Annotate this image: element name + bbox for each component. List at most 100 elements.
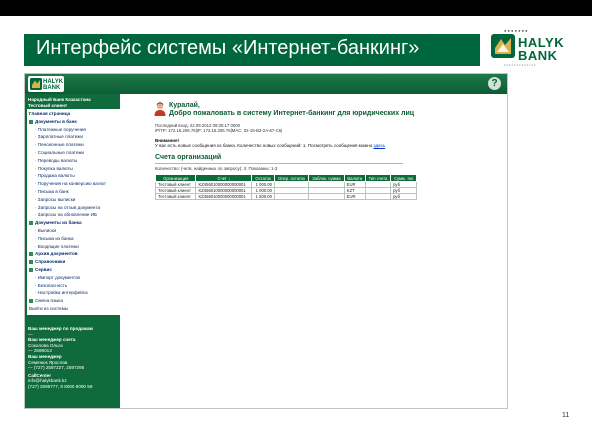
section-divider (155, 163, 403, 164)
column-header[interactable]: Сумм. тек (390, 174, 417, 182)
column-header[interactable]: Тип счета (364, 174, 392, 182)
table-cell: Тестовый клиент (154, 193, 197, 200)
menu-item[interactable]: Справочники (29, 259, 65, 264)
halyk-emblem-small-icon (30, 78, 42, 90)
accounts-filter-info: Количество: (четв, найденных по запросу)… (155, 166, 278, 171)
column-header[interactable]: Счет ↓ (195, 174, 253, 182)
slide-title: Интерфейс системы «Интернет-банкинг» (36, 37, 420, 59)
menu-item-label: Архив документов (35, 251, 78, 257)
menu-item-label: · Поручения на конверсию валют (35, 181, 106, 187)
menu-item[interactable]: · Импорт документов (35, 275, 80, 280)
menu-item-label: Смена языка (35, 298, 63, 304)
menu-item-label: · Запросы выписки (35, 196, 76, 202)
app-logo[interactable]: HALYK BANK (28, 76, 64, 92)
table-cell: KZ456010000000000001 (195, 187, 253, 194)
logo-tagline: • • • • • • • • • • • • • (504, 62, 536, 67)
sidebar-bank-info: Народный Банк Казахстана Тестовый клиент (28, 97, 118, 109)
menu-item-label: · Переводы валюты (35, 157, 78, 163)
menu-item-label: · Письма из банка (35, 235, 74, 241)
menu-item-label: · Письма в банк (35, 189, 69, 194)
table-cell: 1 000.00 (251, 187, 275, 194)
menu-item-label: · Входящие платежи (35, 243, 79, 249)
table-cell: Тестовый клиент (154, 181, 197, 188)
menu-item[interactable]: · Переводы валюты (35, 158, 77, 163)
table-cell: KZ456010000000000001 (195, 181, 253, 188)
menu-item-label: · Запросы на отзыв документа (35, 204, 101, 210)
presentation-slide: Интерфейс системы «Интернет-банкинг» ● ●… (0, 16, 592, 444)
halyk-emblem-icon (491, 34, 515, 58)
menu-item[interactable]: · Продажа валюты (35, 173, 75, 178)
callcenter-phones: (727) 2598777, 8 8000 8000 59 (28, 383, 93, 389)
menu-item-label: Документы в банк (35, 118, 77, 124)
column-header[interactable]: Заблок. сумма (308, 174, 345, 182)
menu-item-label: Справочники (35, 259, 66, 265)
menu-item-label: · Импорт документов (35, 274, 80, 280)
user-avatar-icon (154, 102, 166, 116)
menu-item[interactable]: Смена языка (29, 298, 63, 303)
menu-item-label: Документы из банка (35, 220, 82, 226)
accounts-table: Организация Счет ↓ Остаток Опер. остаток Заб… (154, 174, 417, 200)
help-icon[interactable]: ? (488, 77, 501, 90)
table-cell (308, 193, 345, 200)
menu-item[interactable]: Главная страница (29, 111, 70, 116)
menu-item[interactable]: · Выписки (35, 228, 56, 233)
messages-text: У вас есть новые сообщения из банка. Кол… (155, 143, 373, 149)
menu-item[interactable]: · Письма в банк (35, 189, 69, 194)
folder-icon (29, 259, 33, 264)
menu-item-label: · Запросы на обновление ИБ (35, 212, 98, 218)
table-cell: KZ456010000000000001 (195, 193, 253, 200)
menu-item-label: · Покупка валюты (35, 165, 73, 171)
column-header[interactable]: Валюта (343, 174, 366, 182)
menu-item[interactable]: · Письма из банка (35, 236, 74, 241)
attention-message: У вас есть новые сообщения из банка. Кол… (155, 143, 385, 148)
sidebar: Народный Банк Казахстана Тестовый клиент… (25, 94, 120, 408)
menu-item[interactable]: Документы из банка (29, 220, 82, 225)
halyk-bank-logo: ● ● ● ● ● ● ● HALYK BANK • • • • • • • •… (488, 28, 580, 72)
folder-icon (29, 267, 33, 272)
menu-item[interactable]: · Безопасность (35, 283, 67, 288)
contacts-block: Ваш менеджер по продажам — Ваш менеджер … (28, 326, 118, 390)
menu-item[interactable]: · Настройка интерфейса (35, 290, 88, 295)
menu-item[interactable]: · Зарплатные платежи (35, 134, 83, 139)
table-row[interactable]: Тестовый клиент KZ456010000000000001 1 500… (154, 193, 417, 200)
menu-item[interactable]: · Запросы на обновление ИБ (35, 212, 97, 217)
column-header[interactable]: Опер. остаток (273, 174, 310, 182)
column-header[interactable]: Организация (154, 174, 197, 182)
table-cell: 1 000.00 (251, 181, 275, 188)
menu-item-label: · Социальные платежи (35, 150, 84, 155)
menu-item[interactable]: · Запросы на отзыв документа (35, 205, 100, 210)
menu-item[interactable]: Архив документов (29, 251, 78, 256)
menu-item[interactable]: Документы в банк (29, 119, 77, 124)
accounts-section-title: Счета организаций (155, 154, 222, 161)
page-number: 11 (562, 412, 570, 419)
menu-item[interactable]: Сервис (29, 267, 52, 272)
menu-item[interactable]: · Поручения на конверсию валют (35, 181, 106, 186)
menu-item-label: · Продажа валюты (35, 173, 75, 179)
menu-item-label: · Платежные поручения (35, 126, 86, 132)
menu-item[interactable]: · Покупка валюты (35, 166, 73, 171)
menu-item[interactable]: · Платежные поручения (35, 127, 86, 132)
logo-word-bank: BANK (518, 48, 558, 63)
menu-item-label: Выйти из системы (29, 306, 69, 311)
table-cell: руб (390, 193, 417, 200)
menu-item[interactable]: · Социальные платежи (35, 150, 84, 155)
table-cell: 1 500.00 (251, 193, 275, 200)
menu-item-label: · Безопасность (35, 282, 68, 288)
menu-item[interactable]: · Запросы выписки (35, 197, 75, 202)
welcome-line: Добро пожаловать в систему Интернет-банк… (169, 110, 415, 117)
user-name: Куралай, (169, 102, 200, 109)
menu-item-label: · Пенсионные платежи (35, 142, 84, 148)
messages-link[interactable]: здесь (373, 143, 385, 148)
column-header[interactable]: Остаток (251, 174, 275, 182)
menu-item[interactable]: · Пенсионные платежи (35, 142, 84, 147)
director-phone: — (727) 2597227, 2597295 (28, 365, 85, 371)
folder-icon (29, 252, 33, 257)
menu-item[interactable]: · Входящие платежи (35, 244, 79, 249)
table-cell: EUR (343, 193, 366, 200)
menu-item-label: · Зарплатные платежи (35, 134, 83, 140)
app-header: HALYK BANK ? (25, 74, 507, 94)
menu-item[interactable]: Выйти из системы (29, 306, 68, 311)
folder-icon (29, 298, 33, 303)
internet-banking-screen: HALYK BANK ? Народный Банк Казахстана Те… (24, 73, 508, 409)
sidebar-menu: Главная страница Документы в банк · Платеж… (27, 109, 120, 315)
